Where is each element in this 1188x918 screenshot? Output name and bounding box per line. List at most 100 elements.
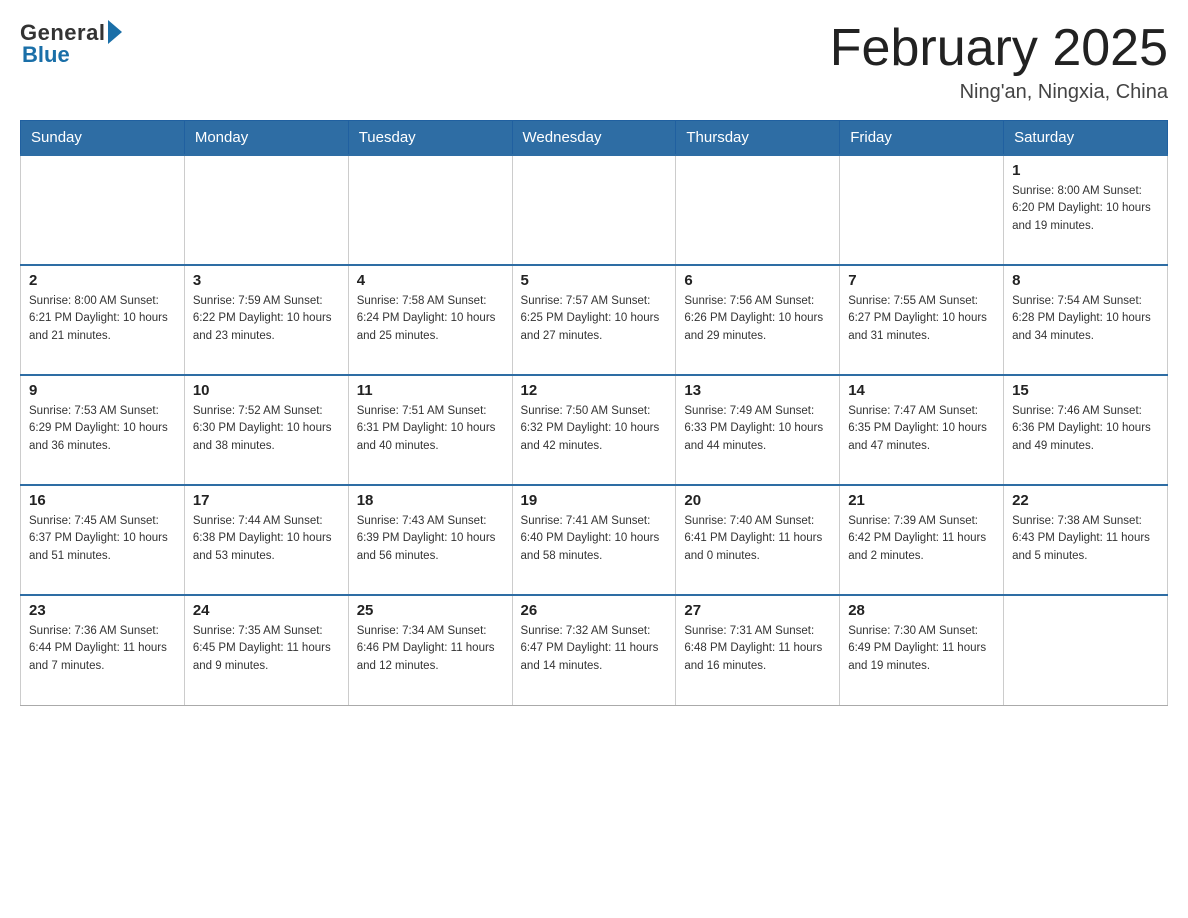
table-row	[184, 155, 348, 265]
table-row: 6 Sunrise: 7:56 AM Sunset: 6:26 PM Daylig…	[676, 265, 840, 375]
day-info: Sunrise: 7:50 AM Sunset: 6:32 PM Dayligh…	[521, 403, 668, 455]
day-number: 24	[193, 602, 340, 619]
day-number: 17	[193, 492, 340, 509]
day-number: 20	[684, 492, 831, 509]
calendar-week-row: 2 Sunrise: 8:00 AM Sunset: 6:21 PM Daylig…	[21, 265, 1168, 375]
col-tuesday: Tuesday	[348, 121, 512, 156]
day-info: Sunrise: 7:47 AM Sunset: 6:35 PM Dayligh…	[848, 403, 995, 455]
day-number: 13	[684, 382, 831, 399]
col-saturday: Saturday	[1004, 121, 1168, 156]
table-row: 25 Sunrise: 7:34 AM Sunset: 6:46 PM Dayli…	[348, 595, 512, 705]
day-info: Sunrise: 7:34 AM Sunset: 6:46 PM Dayligh…	[357, 623, 504, 675]
table-row: 16Sunrise: 7:45 AM Sunset: 6:37 PM Dayli…	[21, 485, 185, 595]
day-info: Sunrise: 7:40 AM Sunset: 6:41 PM Dayligh…	[684, 513, 831, 565]
day-info: Sunrise: 7:51 AM Sunset: 6:31 PM Dayligh…	[357, 403, 504, 455]
day-number: 19	[521, 492, 668, 509]
day-number: 7	[848, 272, 995, 289]
table-row: 14Sunrise: 7:47 AM Sunset: 6:35 PM Dayli…	[840, 375, 1004, 485]
table-row	[512, 155, 676, 265]
day-number: 8	[1012, 272, 1159, 289]
calendar-week-row: 9 Sunrise: 7:53 AM Sunset: 6:29 PM Daylig…	[21, 375, 1168, 485]
calendar-table: Sunday Monday Tuesday Wednesday Thursday…	[20, 120, 1168, 706]
col-monday: Monday	[184, 121, 348, 156]
table-row: 2 Sunrise: 8:00 AM Sunset: 6:21 PM Daylig…	[21, 265, 185, 375]
table-row: 13 Sunrise: 7:49 AM Sunset: 6:33 PM Dayli…	[676, 375, 840, 485]
table-row: 1 Sunrise: 8:00 AM Sunset: 6:20 PM Daylig…	[1004, 155, 1168, 265]
day-info: Sunrise: 8:00 AM Sunset: 6:20 PM Dayligh…	[1012, 183, 1159, 235]
table-row: 8 Sunrise: 7:54 AM Sunset: 6:28 PM Daylig…	[1004, 265, 1168, 375]
table-row	[21, 155, 185, 265]
day-info: Sunrise: 7:53 AM Sunset: 6:29 PM Dayligh…	[29, 403, 176, 455]
day-number: 1	[1012, 162, 1159, 179]
day-info: Sunrise: 7:58 AM Sunset: 6:24 PM Dayligh…	[357, 293, 504, 345]
day-info: Sunrise: 7:55 AM Sunset: 6:27 PM Dayligh…	[848, 293, 995, 345]
table-row: 4Sunrise: 7:58 AM Sunset: 6:24 PM Daylig…	[348, 265, 512, 375]
day-number: 9	[29, 382, 176, 399]
day-number: 25	[357, 602, 504, 619]
table-row: 26Sunrise: 7:32 AM Sunset: 6:47 PM Dayli…	[512, 595, 676, 705]
day-number: 18	[357, 492, 504, 509]
day-info: Sunrise: 7:46 AM Sunset: 6:36 PM Dayligh…	[1012, 403, 1159, 455]
day-info: Sunrise: 8:00 AM Sunset: 6:21 PM Dayligh…	[29, 293, 176, 345]
col-friday: Friday	[840, 121, 1004, 156]
day-number: 10	[193, 382, 340, 399]
day-info: Sunrise: 7:36 AM Sunset: 6:44 PM Dayligh…	[29, 623, 176, 675]
logo-arrow-icon	[108, 20, 122, 44]
day-number: 15	[1012, 382, 1159, 399]
day-info: Sunrise: 7:39 AM Sunset: 6:42 PM Dayligh…	[848, 513, 995, 565]
col-sunday: Sunday	[21, 121, 185, 156]
table-row: 9 Sunrise: 7:53 AM Sunset: 6:29 PM Daylig…	[21, 375, 185, 485]
calendar-header-row: Sunday Monday Tuesday Wednesday Thursday…	[21, 121, 1168, 156]
day-info: Sunrise: 7:59 AM Sunset: 6:22 PM Dayligh…	[193, 293, 340, 345]
table-row: 12 Sunrise: 7:50 AM Sunset: 6:32 PM Dayli…	[512, 375, 676, 485]
day-number: 26	[521, 602, 668, 619]
location: Ning'an, Ningxia, China	[830, 81, 1168, 104]
table-row: 21 Sunrise: 7:39 AM Sunset: 6:42 PM Dayli…	[840, 485, 1004, 595]
table-row: 10 Sunrise: 7:52 AM Sunset: 6:30 PM Dayli…	[184, 375, 348, 485]
day-info: Sunrise: 7:31 AM Sunset: 6:48 PM Dayligh…	[684, 623, 831, 675]
col-wednesday: Wednesday	[512, 121, 676, 156]
day-info: Sunrise: 7:52 AM Sunset: 6:30 PM Dayligh…	[193, 403, 340, 455]
table-row: 23 Sunrise: 7:36 AM Sunset: 6:44 PM Dayli…	[21, 595, 185, 705]
day-info: Sunrise: 7:49 AM Sunset: 6:33 PM Dayligh…	[684, 403, 831, 455]
day-number: 6	[684, 272, 831, 289]
table-row: 22 Sunrise: 7:38 AM Sunset: 6:43 PM Dayli…	[1004, 485, 1168, 595]
day-number: 12	[521, 382, 668, 399]
day-info: Sunrise: 7:43 AM Sunset: 6:39 PM Dayligh…	[357, 513, 504, 565]
day-number: 3	[193, 272, 340, 289]
table-row	[840, 155, 1004, 265]
day-number: 5	[521, 272, 668, 289]
day-number: 2	[29, 272, 176, 289]
day-number: 23	[29, 602, 176, 619]
page-header: General Blue February 2025 Ning'an, Ning…	[20, 20, 1168, 104]
day-info: Sunrise: 7:30 AM Sunset: 6:49 PM Dayligh…	[848, 623, 995, 675]
table-row: 5 Sunrise: 7:57 AM Sunset: 6:25 PM Daylig…	[512, 265, 676, 375]
day-info: Sunrise: 7:35 AM Sunset: 6:45 PM Dayligh…	[193, 623, 340, 675]
day-info: Sunrise: 7:38 AM Sunset: 6:43 PM Dayligh…	[1012, 513, 1159, 565]
table-row	[1004, 595, 1168, 705]
table-row: 19 Sunrise: 7:41 AM Sunset: 6:40 PM Dayli…	[512, 485, 676, 595]
day-info: Sunrise: 7:54 AM Sunset: 6:28 PM Dayligh…	[1012, 293, 1159, 345]
calendar-week-row: 16Sunrise: 7:45 AM Sunset: 6:37 PM Dayli…	[21, 485, 1168, 595]
day-number: 22	[1012, 492, 1159, 509]
day-info: Sunrise: 7:41 AM Sunset: 6:40 PM Dayligh…	[521, 513, 668, 565]
day-info: Sunrise: 7:57 AM Sunset: 6:25 PM Dayligh…	[521, 293, 668, 345]
table-row: 18 Sunrise: 7:43 AM Sunset: 6:39 PM Dayli…	[348, 485, 512, 595]
day-info: Sunrise: 7:56 AM Sunset: 6:26 PM Dayligh…	[684, 293, 831, 345]
table-row	[348, 155, 512, 265]
day-number: 21	[848, 492, 995, 509]
table-row: 20 Sunrise: 7:40 AM Sunset: 6:41 PM Dayli…	[676, 485, 840, 595]
calendar-week-row: 23 Sunrise: 7:36 AM Sunset: 6:44 PM Dayli…	[21, 595, 1168, 705]
day-number: 28	[848, 602, 995, 619]
day-number: 16	[29, 492, 176, 509]
table-row: 17 Sunrise: 7:44 AM Sunset: 6:38 PM Dayli…	[184, 485, 348, 595]
day-info: Sunrise: 7:44 AM Sunset: 6:38 PM Dayligh…	[193, 513, 340, 565]
table-row: 7 Sunrise: 7:55 AM Sunset: 6:27 PM Daylig…	[840, 265, 1004, 375]
month-title: February 2025	[830, 20, 1168, 77]
table-row: 27Sunrise: 7:31 AM Sunset: 6:48 PM Dayli…	[676, 595, 840, 705]
table-row: 24 Sunrise: 7:35 AM Sunset: 6:45 PM Dayli…	[184, 595, 348, 705]
table-row	[676, 155, 840, 265]
table-row: 15 Sunrise: 7:46 AM Sunset: 6:36 PM Dayli…	[1004, 375, 1168, 485]
table-row: 11Sunrise: 7:51 AM Sunset: 6:31 PM Dayli…	[348, 375, 512, 485]
table-row: 3 Sunrise: 7:59 AM Sunset: 6:22 PM Daylig…	[184, 265, 348, 375]
